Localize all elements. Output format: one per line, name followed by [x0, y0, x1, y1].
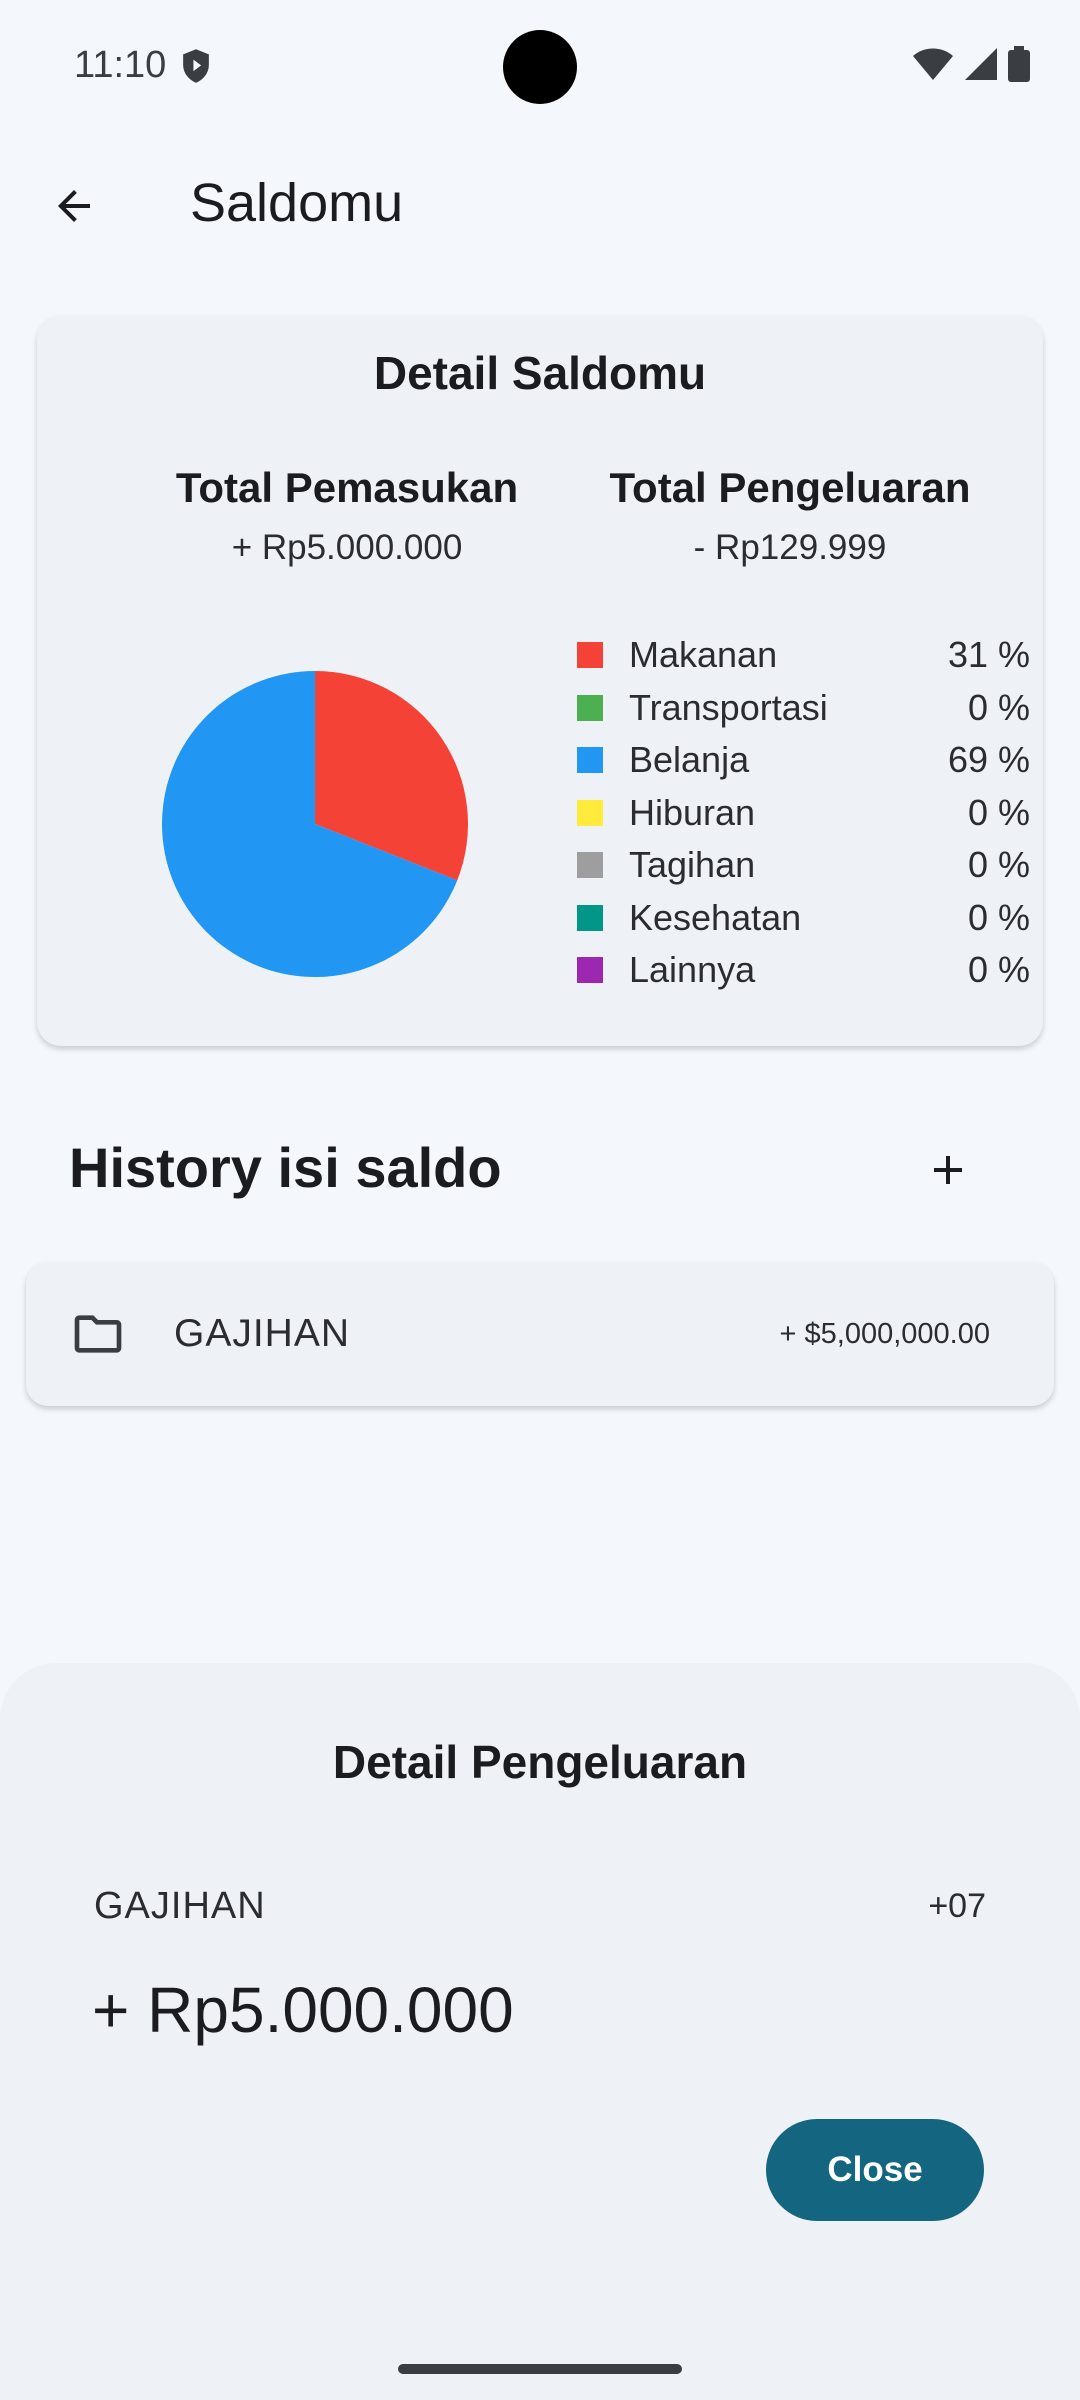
legend-item: Transportasi 0 %	[540, 681, 1030, 734]
legend-swatch	[577, 957, 603, 983]
legend-value: 0 %	[967, 896, 1030, 938]
home-indicator[interactable]	[398, 2364, 682, 2374]
expense-value: - Rp129.999	[693, 528, 887, 567]
legend-swatch	[577, 747, 603, 773]
page-title: Saldomu	[190, 173, 404, 233]
status-icons	[912, 46, 1030, 82]
legend-value: 69 %	[947, 739, 1030, 780]
legend-item: Kesehatan 0 %	[540, 891, 1030, 944]
expense-label: Total Pengeluaran	[609, 464, 971, 511]
shield-icon	[183, 49, 209, 83]
front-camera	[503, 30, 577, 104]
add-balance-button[interactable]	[906, 1128, 990, 1212]
legend-swatch	[577, 799, 603, 826]
sheet-item-name: GAJIHAN	[94, 1885, 266, 1927]
legend-item: Belanja 69 %	[540, 733, 1030, 786]
legend-item: Tagihan 0 %	[540, 838, 1030, 891]
legend-label: Lainnya	[629, 949, 756, 990]
legend-value: 0 %	[967, 791, 1030, 833]
legend-label: Belanja	[629, 739, 750, 780]
sheet-title: Detail Pengeluaran	[332, 1736, 748, 1788]
legend-value: 0 %	[967, 686, 1030, 728]
sheet-amount: + Rp5.000.000	[92, 1974, 514, 2046]
app-bar: Saldomu	[0, 150, 1080, 260]
signal-icon	[965, 48, 997, 80]
arrow-left-icon	[58, 190, 90, 222]
legend-item: Hiburan 0 %	[540, 786, 1030, 839]
sheet-timezone: +07	[928, 1887, 986, 1925]
status-bar: 11:10	[0, 0, 1080, 130]
expense-pie-chart	[161, 671, 469, 977]
legend-value: 0 %	[967, 844, 1030, 885]
chart-legend: Makanan 31 % Transportasi 0 % Belanja 69…	[540, 628, 1030, 996]
expense-summary: Total Pengeluaran - Rp129.999	[580, 464, 1000, 568]
income-value: + Rp5.000.000	[231, 528, 463, 567]
legend-label: Transportasi	[629, 686, 828, 728]
legend-label: Kesehatan	[629, 896, 802, 938]
history-section-title: History isi saldo	[69, 1136, 502, 1199]
plus-icon	[934, 1156, 962, 1184]
back-button[interactable]	[38, 170, 110, 242]
legend-item: Lainnya 0 %	[540, 943, 1030, 996]
income-label: Total Pemasukan	[175, 464, 519, 511]
status-time: 11:10	[74, 44, 167, 86]
income-summary: Total Pemasukan + Rp5.000.000	[137, 464, 557, 568]
legend-swatch	[577, 904, 603, 931]
legend-value: 0 %	[967, 949, 1030, 990]
folder-icon	[74, 1315, 122, 1353]
close-button[interactable]: Close	[766, 2119, 984, 2221]
card-title: Detail Saldomu	[373, 347, 707, 399]
wifi-icon	[913, 48, 953, 80]
legend-swatch	[577, 852, 603, 878]
battery-icon	[1008, 46, 1030, 82]
legend-label: Tagihan	[629, 844, 756, 885]
balance-summary-card: Detail Saldomu Total Pemasukan + Rp5.000…	[37, 316, 1043, 1046]
legend-label: Hiburan	[629, 791, 756, 833]
legend-item: Makanan 31 %	[540, 628, 1030, 681]
legend-swatch	[577, 642, 603, 668]
legend-swatch	[577, 694, 603, 721]
history-item-name: GAJIHAN	[174, 1312, 351, 1355]
history-list-item[interactable]: GAJIHAN + $5,000,000.00	[26, 1262, 1054, 1406]
legend-label: Makanan	[629, 634, 778, 675]
history-item-amount: + $5,000,000.00	[779, 1318, 990, 1350]
detail-bottom-sheet: Detail Pengeluaran GAJIHAN +07 + Rp5.000…	[0, 1663, 1080, 2400]
legend-value: 31 %	[947, 634, 1030, 675]
